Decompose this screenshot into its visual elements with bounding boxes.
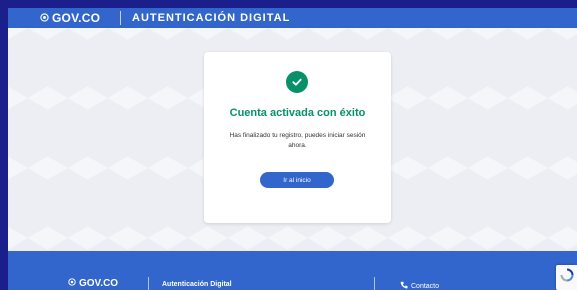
app-title: AUTENTICACIÓN DIGITAL (132, 12, 291, 24)
gov-shield-icon (68, 278, 76, 289)
footer-divider-right (374, 277, 375, 290)
footer: GOV.CO Autenticación Digital Contacto (8, 251, 577, 290)
main-content: Cuenta activada con éxito Has finalizado… (8, 28, 577, 251)
success-description: Has finalizado tu registro, puedes inici… (229, 132, 366, 149)
gov-shield-icon (40, 11, 49, 25)
footer-app-title: Autenticación Digital (162, 281, 232, 288)
footer-gov-co-logo[interactable]: GOV.CO (68, 278, 118, 289)
contact-label: Contacto (411, 282, 440, 290)
check-circle-icon (286, 71, 308, 93)
go-home-button[interactable]: Ir al inicio (260, 172, 334, 188)
recaptcha-badge[interactable] (556, 265, 577, 290)
contact-link[interactable]: Contacto (400, 281, 439, 290)
success-card: Cuenta activada con éxito Has finalizado… (204, 52, 391, 223)
recaptcha-icon (560, 268, 574, 287)
gov-co-logo-text: GOV.CO (52, 11, 101, 25)
footer-logo-text: GOV.CO (79, 278, 119, 289)
header-divider (120, 11, 121, 25)
phone-icon (400, 281, 408, 290)
page: GOV.CO AUTENTICACIÓN DIGITAL Cuenta acti… (8, 8, 577, 290)
success-title: Cuenta activada con éxito (229, 107, 366, 119)
footer-divider (148, 277, 149, 290)
gov-co-logo[interactable]: GOV.CO (40, 8, 100, 28)
top-bar: GOV.CO AUTENTICACIÓN DIGITAL (8, 8, 577, 28)
